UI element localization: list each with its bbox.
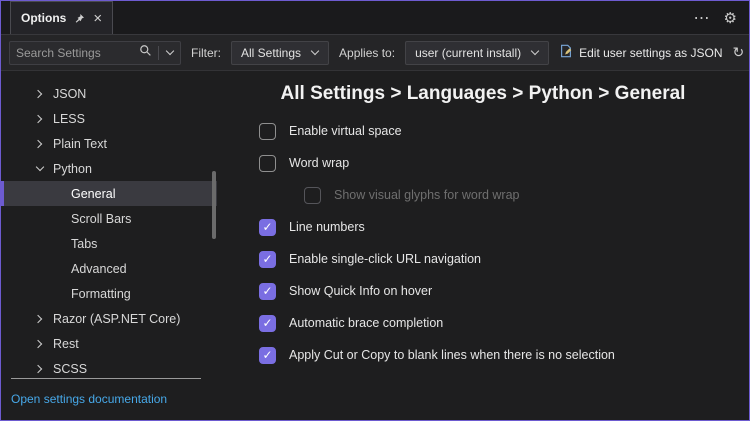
- checkbox[interactable]: ✓: [259, 250, 276, 268]
- filter-label: Filter:: [191, 45, 221, 60]
- setting-row: Show visual glyphs for word wrap: [259, 179, 749, 211]
- main-area: JSON LESS Plain Text Python General Scroll Ba…: [1, 71, 749, 420]
- setting-label: Enable single-click URL navigation: [289, 252, 481, 266]
- search-box[interactable]: [9, 40, 181, 65]
- tree-item-less[interactable]: LESS: [1, 106, 217, 131]
- tree-item-label: Razor (ASP.NET Core): [53, 311, 181, 326]
- tree-item-rest[interactable]: Rest: [1, 331, 217, 356]
- tree-item-razor-asp-net-core-[interactable]: Razor (ASP.NET Core): [1, 306, 217, 331]
- setting-label: Enable virtual space: [289, 124, 402, 138]
- title-actions: ⋯ ⚙: [694, 8, 749, 28]
- tree-item-label: Scroll Bars: [71, 211, 132, 226]
- tree-item-label: Plain Text: [53, 136, 107, 151]
- chevron-right-icon: [35, 89, 44, 98]
- tree-item-label: JSON: [53, 86, 87, 101]
- divider: [11, 378, 201, 379]
- sidebar: JSON LESS Plain Text Python General Scroll Ba…: [1, 71, 217, 420]
- tab-options[interactable]: Options ×: [10, 1, 114, 34]
- search-icon[interactable]: [139, 44, 152, 62]
- applies-to-label: Applies to:: [339, 45, 396, 60]
- tree-item-label: General: [71, 186, 116, 201]
- chevron-down-icon: [35, 164, 44, 173]
- settings-list: Enable virtual space Word wrap Show visual…: [217, 115, 749, 371]
- edit-json-label: Edit user settings as JSON: [579, 45, 723, 60]
- setting-row: Word wrap: [259, 147, 749, 179]
- chevron-down-icon: [530, 48, 539, 57]
- edit-json-icon: [559, 44, 573, 61]
- chevron-right-icon: [35, 314, 44, 323]
- gear-icon[interactable]: ⚙: [724, 9, 737, 27]
- setting-label: Show Quick Info on hover: [289, 284, 433, 298]
- checkbox[interactable]: [259, 154, 276, 172]
- tree-item-tabs[interactable]: Tabs: [1, 231, 217, 256]
- settings-tree: JSON LESS Plain Text Python General Scroll Ba…: [1, 81, 217, 381]
- sync-button[interactable]: ↻ Sync: [733, 44, 750, 61]
- search-input[interactable]: [16, 45, 133, 60]
- checkbox[interactable]: ✓: [259, 346, 276, 364]
- chevron-right-icon: [35, 114, 44, 123]
- tree-item-label: SCSS: [53, 361, 88, 376]
- setting-row: ✓ Line numbers: [259, 211, 749, 243]
- checkbox[interactable]: [259, 122, 276, 140]
- divider: [158, 45, 159, 60]
- ellipsis-icon[interactable]: ⋯: [694, 8, 710, 28]
- chevron-right-icon: [35, 139, 44, 148]
- tree-item-label: Tabs: [71, 236, 98, 251]
- tree-item-plain-text[interactable]: Plain Text: [1, 131, 217, 156]
- sidebar-scrollbar[interactable]: [212, 171, 216, 239]
- titlebar: Options × ⋯ ⚙: [1, 1, 749, 35]
- checkbox[interactable]: ✓: [259, 282, 276, 300]
- filter-dropdown-value: All Settings: [241, 45, 302, 60]
- applies-to-dropdown[interactable]: user (current install): [405, 40, 550, 65]
- chevron-down-icon[interactable]: [165, 48, 174, 57]
- checkbox[interactable]: ✓: [259, 218, 276, 236]
- pin-icon[interactable]: [74, 13, 85, 24]
- checkbox[interactable]: ✓: [259, 314, 276, 332]
- tree-item-python[interactable]: Python: [1, 156, 217, 181]
- content-panel: All Settings > Languages > Python > Gene…: [217, 71, 749, 420]
- setting-label: Word wrap: [289, 156, 350, 170]
- filter-dropdown[interactable]: All Settings: [231, 40, 330, 65]
- setting-label: Line numbers: [289, 220, 365, 234]
- toolbar: Filter: All Settings Applies to: user (c…: [1, 35, 749, 71]
- tree-item-json[interactable]: JSON: [1, 81, 217, 106]
- tree-item-label: LESS: [53, 111, 85, 126]
- chevron-right-icon: [35, 364, 44, 373]
- setting-label: Automatic brace completion: [289, 316, 444, 330]
- setting-row: ✓ Show Quick Info on hover: [259, 275, 749, 307]
- edit-user-settings-json-button[interactable]: Edit user settings as JSON: [559, 44, 723, 61]
- tree-item-general[interactable]: General: [1, 181, 217, 206]
- chevron-right-icon: [35, 339, 44, 348]
- setting-row: ✓ Apply Cut or Copy to blank lines when t…: [259, 339, 749, 371]
- breadcrumb: All Settings > Languages > Python > Gene…: [280, 83, 686, 104]
- tree-item-label: Python: [53, 161, 92, 176]
- tree-item-advanced[interactable]: Advanced: [1, 256, 217, 281]
- setting-row: Enable virtual space: [259, 115, 749, 147]
- chevron-down-icon: [310, 48, 319, 57]
- sidebar-footer: Open settings documentation: [11, 378, 201, 408]
- tree-item-label: Rest: [53, 336, 79, 351]
- sync-icon: ↻: [732, 44, 745, 60]
- tab-options-label: Options: [21, 11, 67, 25]
- checkbox: [304, 186, 321, 204]
- open-settings-documentation-link[interactable]: Open settings documentation: [11, 392, 167, 406]
- applies-to-dropdown-value: user (current install): [415, 45, 522, 60]
- close-icon[interactable]: ×: [93, 11, 102, 26]
- tree-item-label: Formatting: [71, 286, 131, 301]
- setting-label: Show visual glyphs for word wrap: [334, 188, 520, 202]
- setting-label: Apply Cut or Copy to blank lines when th…: [289, 348, 615, 362]
- setting-row: ✓ Automatic brace completion: [259, 307, 749, 339]
- tree-item-label: Advanced: [71, 261, 127, 276]
- tree-item-formatting[interactable]: Formatting: [1, 281, 217, 306]
- tree-item-scroll-bars[interactable]: Scroll Bars: [1, 206, 217, 231]
- setting-row: ✓ Enable single-click URL navigation: [259, 243, 749, 275]
- options-window: Options × ⋯ ⚙ Filter: All Settings Appli…: [0, 0, 750, 421]
